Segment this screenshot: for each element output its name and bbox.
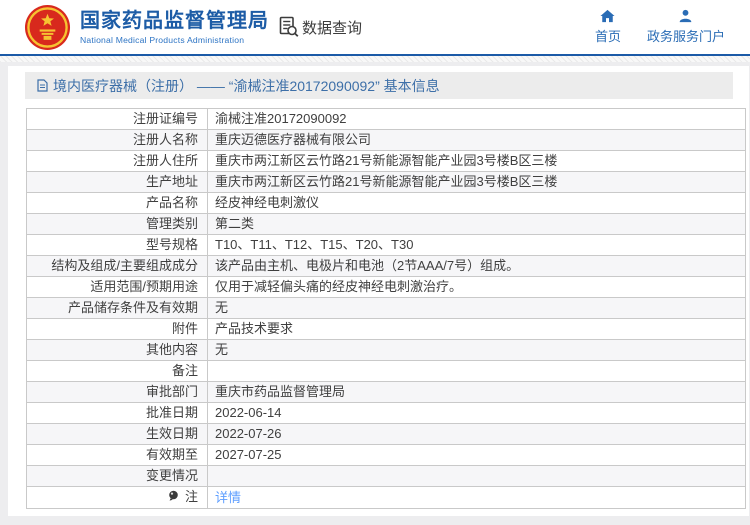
- data-query-link[interactable]: 数据查询: [279, 16, 362, 38]
- document-search-icon: [279, 16, 299, 37]
- row-label: 变更情况: [26, 465, 208, 487]
- home-icon: [600, 9, 615, 23]
- header-nav: 首页 政务服务门户: [595, 9, 735, 45]
- row-label: 注册人名称: [26, 129, 208, 151]
- content-area: 境内医疗器械（注册） —— “渝械注准20172090092” 基本信息 注册证…: [0, 62, 750, 525]
- nav-home-label: 首页: [594, 29, 621, 44]
- row-value: 2022-06-14: [207, 402, 746, 424]
- table-row: 适用范围/预期用途 仅用于减轻偏头痛的经皮神经电刺激治疗。: [26, 276, 746, 298]
- table-row: 结构及组成/主要组成成分 该产品由主机、电极片和电池（2节AAA/7号）组成。: [26, 255, 746, 277]
- table-row: 备注: [26, 360, 746, 382]
- row-label: 生效日期: [26, 423, 208, 445]
- row-label: 型号规格: [26, 234, 208, 256]
- row-value: 仅用于减轻偏头痛的经皮神经电刺激治疗。: [207, 276, 746, 298]
- row-label: 生产地址: [26, 171, 208, 193]
- table-row: 产品储存条件及有效期 无: [26, 297, 746, 319]
- person-icon: [680, 9, 692, 23]
- row-value: 重庆市两江新区云竹路21号新能源智能产业园3号楼B区三楼: [207, 171, 746, 193]
- data-query-label: 数据查询: [302, 19, 363, 37]
- breadcrumb: 境内医疗器械（注册） —— “渝械注准20172090092” 基本信息: [25, 72, 733, 99]
- row-label: 有效期至: [26, 444, 208, 466]
- row-value: 重庆市药品监督管理局: [207, 381, 746, 403]
- row-value: 第二类: [207, 213, 746, 235]
- header: 国家药品监督管理局 National Medical Products Admi…: [0, 0, 750, 56]
- table-row: 有效期至 2027-07-25: [26, 444, 746, 466]
- row-value: 2022-07-26: [207, 423, 746, 445]
- nav-home[interactable]: 首页: [595, 9, 621, 45]
- row-value: 详情: [207, 486, 746, 509]
- row-label: 注: [184, 489, 198, 504]
- row-value: 产品技术要求: [207, 318, 746, 340]
- row-value: [207, 465, 746, 487]
- china-national-emblem-icon: [24, 4, 71, 50]
- row-value: 渝械注准20172090092: [207, 108, 746, 130]
- registration-info-table: 注册证编号 渝械注准20172090092 注册人名称 重庆迈德医疗器械有限公司…: [26, 108, 746, 509]
- row-value: 重庆迈德医疗器械有限公司: [207, 129, 746, 151]
- content-card: 境内医疗器械（注册） —— “渝械注准20172090092” 基本信息 注册证…: [8, 66, 749, 516]
- row-label: 批准日期: [26, 402, 208, 424]
- table-row: 批准日期 2022-06-14: [26, 402, 746, 424]
- table-row: 注册人住所 重庆市两江新区云竹路21号新能源智能产业园3号楼B区三楼: [26, 150, 746, 172]
- row-value: 无: [207, 339, 746, 361]
- table-row: 其他内容 无: [26, 339, 746, 361]
- page-title: 境内医疗器械（注册） —— “渝械注准20172090092” 基本信息: [53, 77, 440, 94]
- row-value: 2027-07-25: [207, 444, 746, 466]
- row-label: 管理类别: [26, 213, 208, 235]
- row-value: 无: [207, 297, 746, 319]
- table-row: 变更情况: [26, 465, 746, 487]
- note-balloon-icon: [168, 488, 179, 508]
- table-row: 附件 产品技术要求: [26, 318, 746, 340]
- row-value: 经皮神经电刺激仪: [207, 192, 746, 214]
- row-label: 附件: [26, 318, 208, 340]
- site-titles: 国家药品监督管理局 National Medical Products Admi…: [80, 9, 269, 45]
- row-label: 注册人住所: [26, 150, 208, 172]
- document-icon: [37, 79, 48, 92]
- site-subtitle: National Medical Products Administration: [80, 35, 245, 45]
- row-label: 备注: [26, 360, 208, 382]
- detail-link[interactable]: 详情: [215, 490, 241, 505]
- table-row: 型号规格 T10、T11、T12、T15、T20、T30: [26, 234, 746, 256]
- row-label: 适用范围/预期用途: [26, 276, 208, 298]
- row-label: 审批部门: [26, 381, 208, 403]
- row-value: T10、T11、T12、T15、T20、T30: [207, 234, 746, 256]
- site-title: 国家药品监督管理局: [80, 10, 269, 32]
- table-row: 管理类别 第二类: [26, 213, 746, 235]
- nav-portal[interactable]: 政务服务门户: [647, 9, 725, 45]
- row-label: 产品储存条件及有效期: [26, 297, 208, 319]
- row-value: [207, 360, 746, 382]
- table-row: 注册人名称 重庆迈德医疗器械有限公司: [26, 129, 746, 151]
- nav-portal-label: 政务服务门户: [646, 29, 725, 44]
- table-row-note: 注 详情: [26, 486, 746, 509]
- table-row: 生效日期 2022-07-26: [26, 423, 746, 445]
- row-label-note: 注: [26, 486, 208, 509]
- row-label: 注册证编号: [26, 108, 208, 130]
- table-row: 生产地址 重庆市两江新区云竹路21号新能源智能产业园3号楼B区三楼: [26, 171, 746, 193]
- table-row: 审批部门 重庆市药品监督管理局: [26, 381, 746, 403]
- row-value: 重庆市两江新区云竹路21号新能源智能产业园3号楼B区三楼: [207, 150, 746, 172]
- row-label: 产品名称: [26, 192, 208, 214]
- nmpa-logo: 国家药品监督管理局 National Medical Products Admi…: [24, 4, 269, 51]
- table-row: 产品名称 经皮神经电刺激仪: [26, 192, 746, 214]
- row-value: 该产品由主机、电极片和电池（2节AAA/7号）组成。: [207, 255, 746, 277]
- table-row: 注册证编号 渝械注准20172090092: [26, 108, 746, 130]
- row-label: 结构及组成/主要组成成分: [26, 255, 208, 277]
- row-label: 其他内容: [26, 339, 208, 361]
